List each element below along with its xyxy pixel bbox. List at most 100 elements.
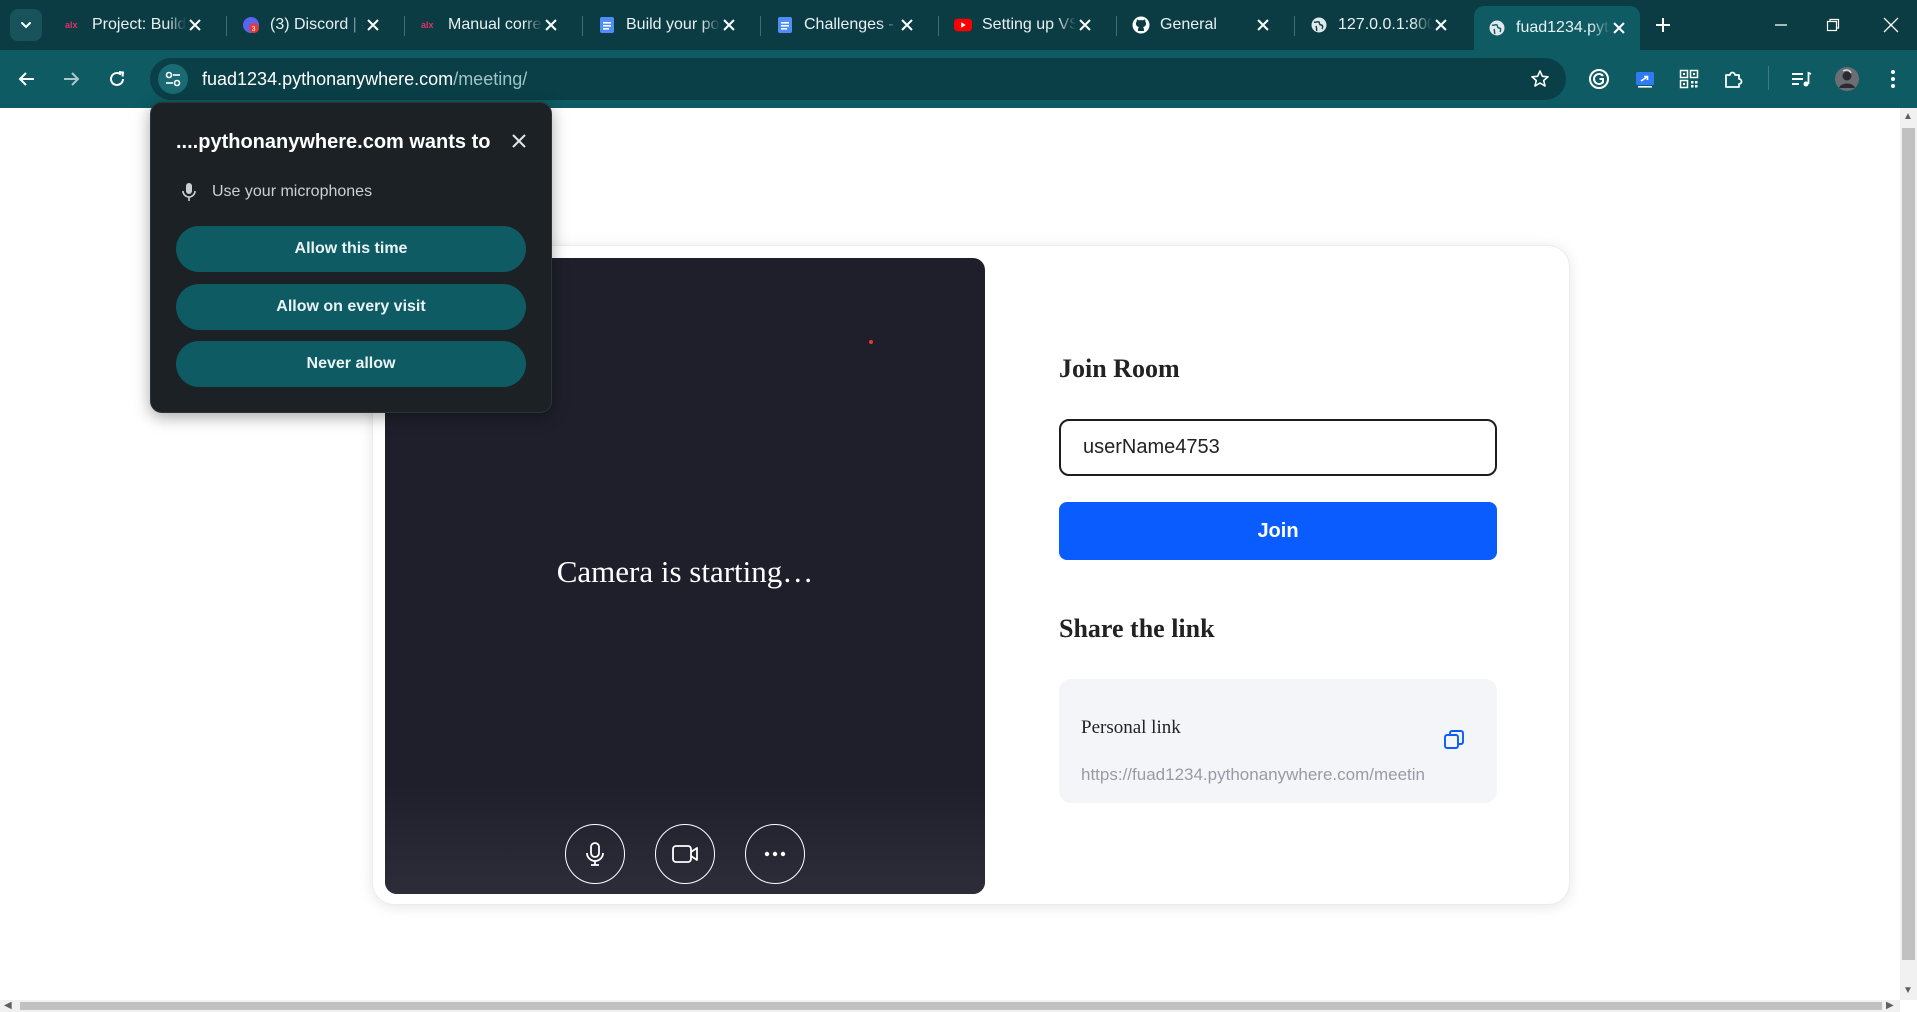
tune-icon [165,71,181,87]
tab-separator [1294,16,1295,36]
scroll-up-icon[interactable]: ▲ [1903,112,1913,122]
qr-code-extension-button[interactable] [1676,66,1702,92]
svg-text:alx: alx [65,20,78,30]
close-icon[interactable] [364,16,382,34]
horizontal-scroll-thumb[interactable] [20,1002,1882,1010]
tab-project-build[interactable]: alx Project: Build [50,6,216,44]
tab-separator [404,16,405,36]
screen-share-icon [1636,72,1654,88]
scroll-right-icon[interactable]: ▶ [1886,1001,1894,1011]
bookmark-star-button[interactable] [1528,67,1552,91]
google-docs-icon [776,16,794,34]
allow-every-visit-button[interactable]: Allow on every visit [176,284,526,330]
join-room-heading: Join Room [1059,354,1180,383]
globe-icon [1310,16,1328,34]
close-icon[interactable] [1610,19,1628,37]
url-text: fuad1234.pythonanywhere.com/meeting/ [202,69,527,90]
media-controls-button[interactable] [1788,66,1814,92]
scroll-left-icon[interactable]: ◀ [4,1001,12,1011]
never-allow-button[interactable]: Never allow [176,341,526,387]
minimize-button[interactable] [1766,10,1796,40]
tab-localhost[interactable]: 127.0.0.1:8000 [1296,6,1462,44]
tab-separator [938,16,939,36]
tab-title: Project: Build [92,16,186,33]
close-icon[interactable] [1076,16,1094,34]
tab-title: Manual correction [448,16,542,33]
forward-button[interactable] [56,64,86,94]
more-horizontal-icon [764,851,786,857]
puzzle-icon [1725,71,1743,88]
username-input[interactable] [1059,419,1497,476]
browser-toolbar: fuad1234.pythonanywhere.com/meeting/ [0,50,1917,108]
url-host: fuad1234.pythonanywhere.com [202,68,454,89]
screen-share-extension-button[interactable] [1632,66,1658,92]
scroll-down-icon[interactable]: ▼ [1903,986,1913,996]
arrow-right-icon [64,72,80,86]
youtube-icon [954,16,972,34]
microphone-icon [586,842,604,866]
copy-link-button[interactable] [1441,727,1467,753]
tab-build-portfolio[interactable]: Build your portfolio [584,6,750,44]
profile-avatar-button[interactable] [1834,66,1860,92]
plus-icon [1656,18,1670,32]
tab-github-general[interactable]: General [1118,6,1284,44]
close-icon[interactable] [720,16,738,34]
tab-separator [582,16,583,36]
tab-discord[interactable]: 3 (3) Discord | # [228,6,394,44]
discord-icon: 3 [242,16,260,34]
tab-title: 127.0.0.1:8000 [1338,16,1432,33]
address-bar[interactable]: fuad1234.pythonanywhere.com/meeting/ [150,58,1566,100]
tab-title: (3) Discord | # [270,16,364,33]
more-options-button[interactable] [745,824,805,884]
tab-title: Challenges - [804,16,894,33]
popup-close-button[interactable] [507,129,531,153]
qr-code-icon [1679,69,1699,89]
tab-search-button[interactable] [10,9,42,41]
popup-title: ....pythonanywhere.com wants to [176,131,491,153]
grammarly-extension-button[interactable] [1586,66,1612,92]
tab-strip: alx Project: Build 3 (3) Discord | # alx… [0,0,1917,50]
personal-link-url[interactable]: https://fuad1234.pythonanywhere.com/meet… [1081,765,1425,785]
horizontal-scrollbar[interactable]: ◀ ▶ [0,1000,1900,1012]
tab-youtube-setting-up-vs[interactable]: Setting up VS [940,6,1106,44]
permission-row: Use your microphones [180,182,372,202]
alx-icon: alx [64,16,82,34]
star-icon [1531,70,1549,87]
close-icon[interactable] [1432,16,1450,34]
grammarly-icon [1589,69,1609,89]
camera-status-text: Camera is starting… [556,554,814,589]
restore-button[interactable] [1818,10,1848,40]
chevron-down-icon [21,22,31,29]
browser-menu-button[interactable] [1880,66,1906,92]
close-icon[interactable] [186,16,204,34]
extensions-button[interactable] [1720,66,1746,92]
reload-button[interactable] [102,64,132,94]
tab-separator [1116,16,1117,36]
vertical-scrollbar[interactable]: ▲ ▼ [1900,108,1917,1000]
close-window-button[interactable] [1876,10,1906,40]
google-docs-icon [598,16,616,34]
avatar [1835,67,1859,91]
tab-manual-correction[interactable]: alx Manual correction [406,6,572,44]
close-icon [1883,17,1899,33]
microphone-toggle-button[interactable] [565,824,625,884]
camera-toggle-button[interactable] [655,824,715,884]
svg-text:alx: alx [421,20,434,30]
site-info-button[interactable] [158,64,188,94]
copy-icon [1444,730,1464,749]
tab-challenges[interactable]: Challenges - [762,6,928,44]
close-icon [512,134,526,148]
close-icon[interactable] [898,16,916,34]
svg-text:3: 3 [252,26,256,33]
back-button[interactable] [12,64,42,94]
toolbar-divider [1768,66,1769,90]
allow-this-time-button[interactable]: Allow this time [176,226,526,272]
vertical-scroll-thumb[interactable] [1902,128,1915,960]
recording-dot [869,340,873,344]
tab-pythonanywhere-active[interactable]: fuad1234.pythonanywhere [1474,6,1640,50]
close-icon[interactable] [542,16,560,34]
tab-title: General [1160,16,1217,33]
close-icon[interactable] [1254,16,1272,34]
join-button[interactable]: Join [1059,502,1497,560]
new-tab-button[interactable] [1650,12,1676,38]
